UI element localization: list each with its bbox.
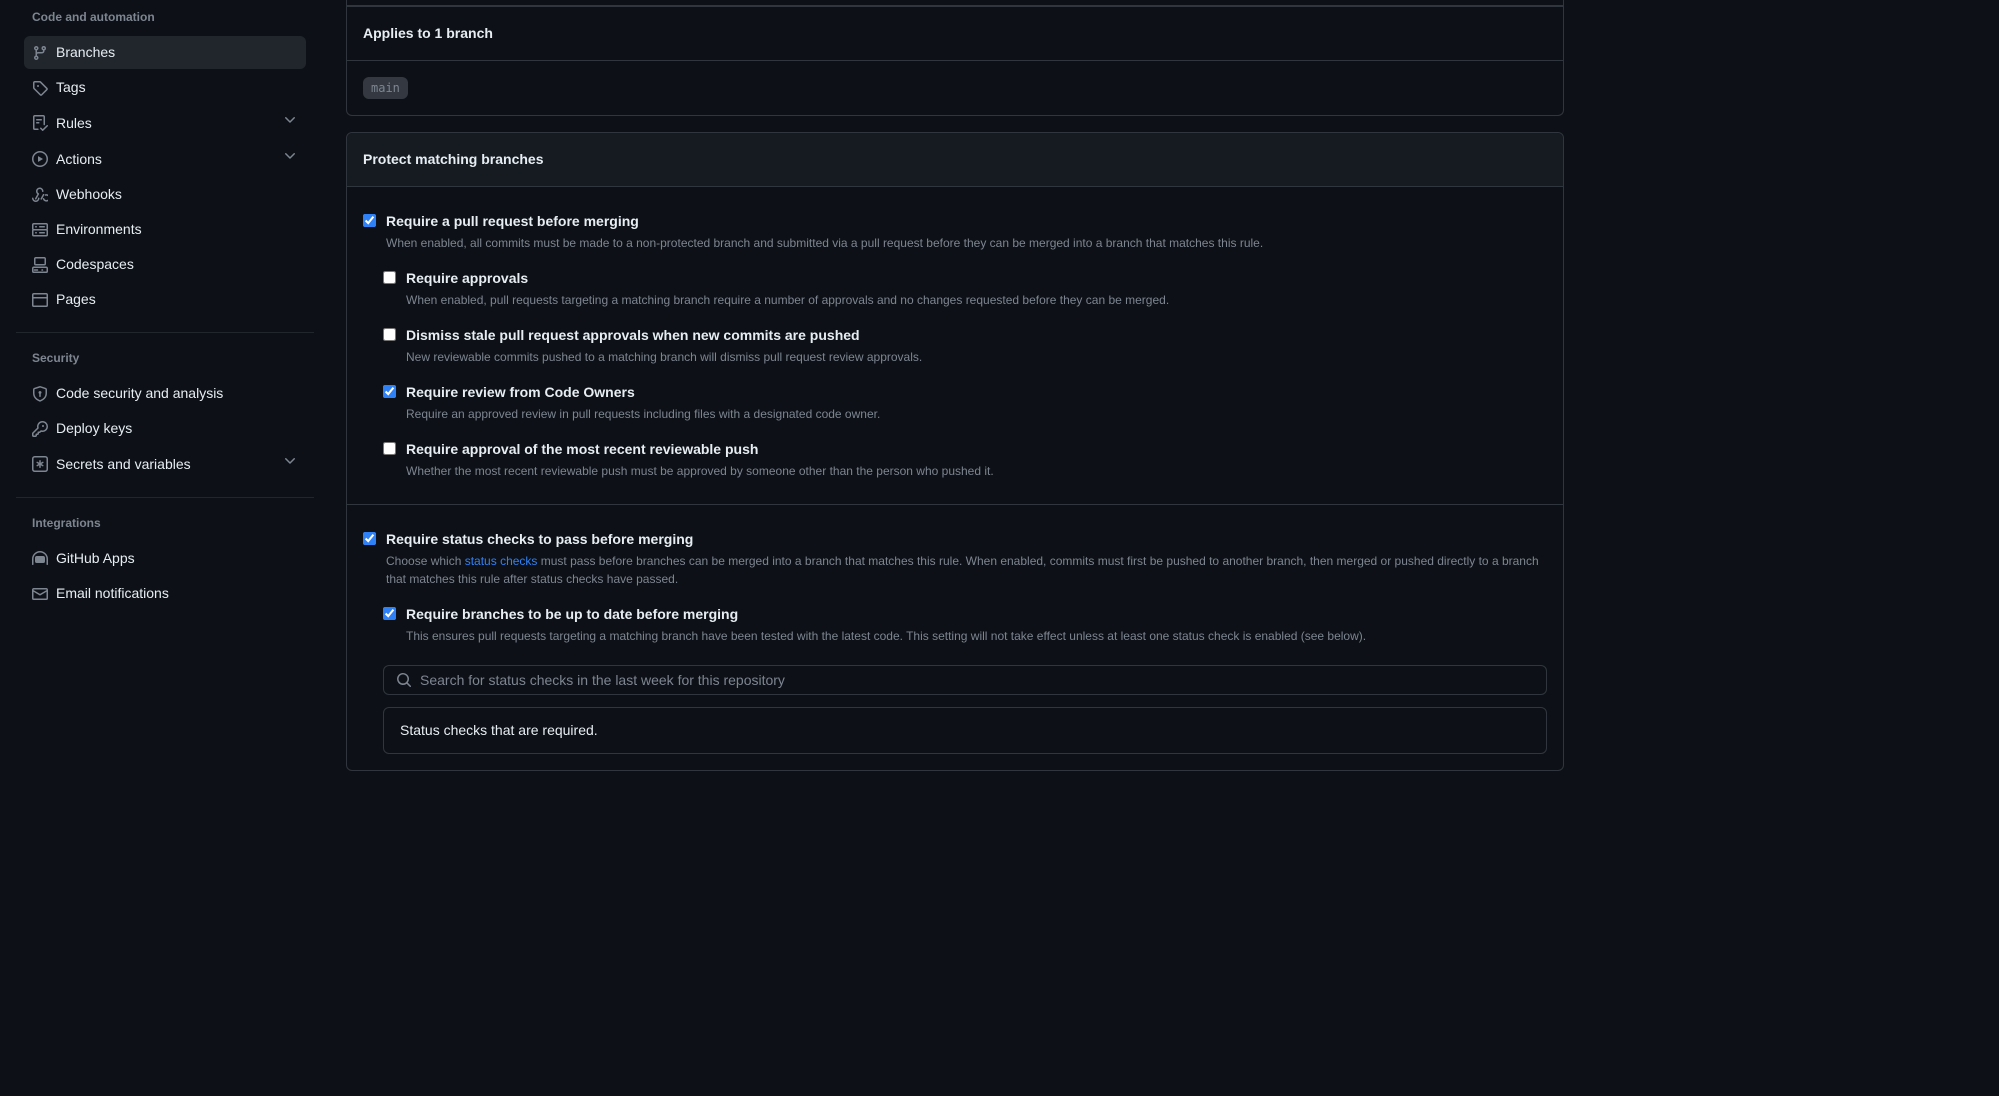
branch-name-tag: main	[363, 77, 408, 99]
sidebar: Code and automation Branches Tags Rules	[0, 0, 330, 1096]
tag-icon	[32, 80, 48, 96]
status-checks-desc: Choose which status checks must pass bef…	[386, 552, 1547, 588]
require-pr-title: Require a pull request before merging	[386, 211, 1547, 232]
browser-icon	[32, 292, 48, 308]
sidebar-item-label: Rules	[56, 113, 282, 134]
webhook-icon	[32, 187, 48, 203]
required-checks-label: Status checks that are required.	[400, 722, 598, 738]
require-approvals-title: Require approvals	[406, 268, 1547, 289]
up-to-date-checkbox[interactable]	[383, 607, 396, 620]
branch-applies-card: Applies to 1 branch main	[346, 0, 1564, 116]
sidebar-item-label: Deploy keys	[56, 418, 298, 439]
sidebar-item-label: GitHub Apps	[56, 548, 298, 569]
search-icon	[396, 672, 412, 688]
sidebar-item-label: Pages	[56, 289, 298, 310]
dismiss-stale-desc: New reviewable commits pushed to a match…	[406, 348, 1547, 366]
sidebar-item-actions[interactable]: Actions	[24, 142, 306, 176]
section-title-security: Security	[16, 341, 314, 375]
applies-to-title: Applies to 1 branch	[363, 23, 1547, 44]
require-approvals-desc: When enabled, pull requests targeting a …	[406, 291, 1547, 309]
require-pr-checkbox[interactable]	[363, 214, 376, 227]
key-icon	[32, 421, 48, 437]
sidebar-item-deploy-keys[interactable]: Deploy keys	[24, 412, 306, 445]
sidebar-item-codespaces[interactable]: Codespaces	[24, 248, 306, 281]
sidebar-item-label: Email notifications	[56, 583, 298, 604]
chevron-down-icon	[282, 453, 298, 475]
codespaces-icon	[32, 257, 48, 273]
code-owners-title: Require review from Code Owners	[406, 382, 1547, 403]
require-pr-desc: When enabled, all commits must be made t…	[386, 234, 1547, 252]
main-content: Applies to 1 branch main Protect matchin…	[330, 0, 1580, 1096]
protect-branches-card: Protect matching branches Require a pull…	[346, 132, 1564, 771]
code-owners-checkbox[interactable]	[383, 385, 396, 398]
sidebar-item-code-security[interactable]: Code security and analysis	[24, 377, 306, 410]
chevron-down-icon	[282, 112, 298, 134]
key-asterisk-icon	[32, 456, 48, 472]
divider	[16, 497, 314, 498]
status-checks-search-input[interactable]	[420, 672, 1534, 688]
section-title-code-automation: Code and automation	[16, 0, 314, 34]
section-title-integrations: Integrations	[16, 506, 314, 540]
sidebar-item-label: Code security and analysis	[56, 383, 298, 404]
require-approvals-checkbox[interactable]	[383, 271, 396, 284]
sidebar-item-pages[interactable]: Pages	[24, 283, 306, 316]
dismiss-stale-checkbox[interactable]	[383, 328, 396, 341]
status-checks-checkbox[interactable]	[363, 532, 376, 545]
sidebar-item-tags[interactable]: Tags	[24, 71, 306, 104]
sidebar-item-label: Tags	[56, 77, 298, 98]
divider	[16, 332, 314, 333]
status-checks-link[interactable]: status checks	[465, 554, 538, 568]
status-checks-search[interactable]	[383, 665, 1547, 695]
required-checks-box: Status checks that are required.	[383, 707, 1547, 754]
sidebar-item-secrets[interactable]: Secrets and variables	[24, 447, 306, 481]
sidebar-item-webhooks[interactable]: Webhooks	[24, 178, 306, 211]
hubot-icon	[32, 551, 48, 567]
chevron-down-icon	[282, 148, 298, 170]
mail-icon	[32, 586, 48, 602]
checklist-icon	[32, 115, 48, 131]
recent-push-desc: Whether the most recent reviewable push …	[406, 462, 1547, 480]
play-icon	[32, 151, 48, 167]
sidebar-item-email-notifications[interactable]: Email notifications	[24, 577, 306, 610]
sidebar-item-label: Codespaces	[56, 254, 298, 275]
up-to-date-title: Require branches to be up to date before…	[406, 604, 1547, 625]
sidebar-item-label: Secrets and variables	[56, 454, 282, 475]
dismiss-stale-title: Dismiss stale pull request approvals whe…	[406, 325, 1547, 346]
up-to-date-desc: This ensures pull requests targeting a m…	[406, 627, 1547, 645]
code-owners-desc: Require an approved review in pull reque…	[406, 405, 1547, 423]
server-icon	[32, 222, 48, 238]
sidebar-item-rules[interactable]: Rules	[24, 106, 306, 140]
sidebar-item-branches[interactable]: Branches	[24, 36, 306, 69]
recent-push-checkbox[interactable]	[383, 442, 396, 455]
sidebar-item-label: Environments	[56, 219, 298, 240]
sidebar-item-label: Webhooks	[56, 184, 298, 205]
protect-header: Protect matching branches	[347, 133, 1563, 186]
git-branch-icon	[32, 45, 48, 61]
status-checks-title: Require status checks to pass before mer…	[386, 529, 1547, 550]
sidebar-item-label: Actions	[56, 149, 282, 170]
sidebar-item-github-apps[interactable]: GitHub Apps	[24, 542, 306, 575]
shield-icon	[32, 386, 48, 402]
sidebar-item-label: Branches	[56, 42, 298, 63]
sidebar-item-environments[interactable]: Environments	[24, 213, 306, 246]
recent-push-title: Require approval of the most recent revi…	[406, 439, 1547, 460]
